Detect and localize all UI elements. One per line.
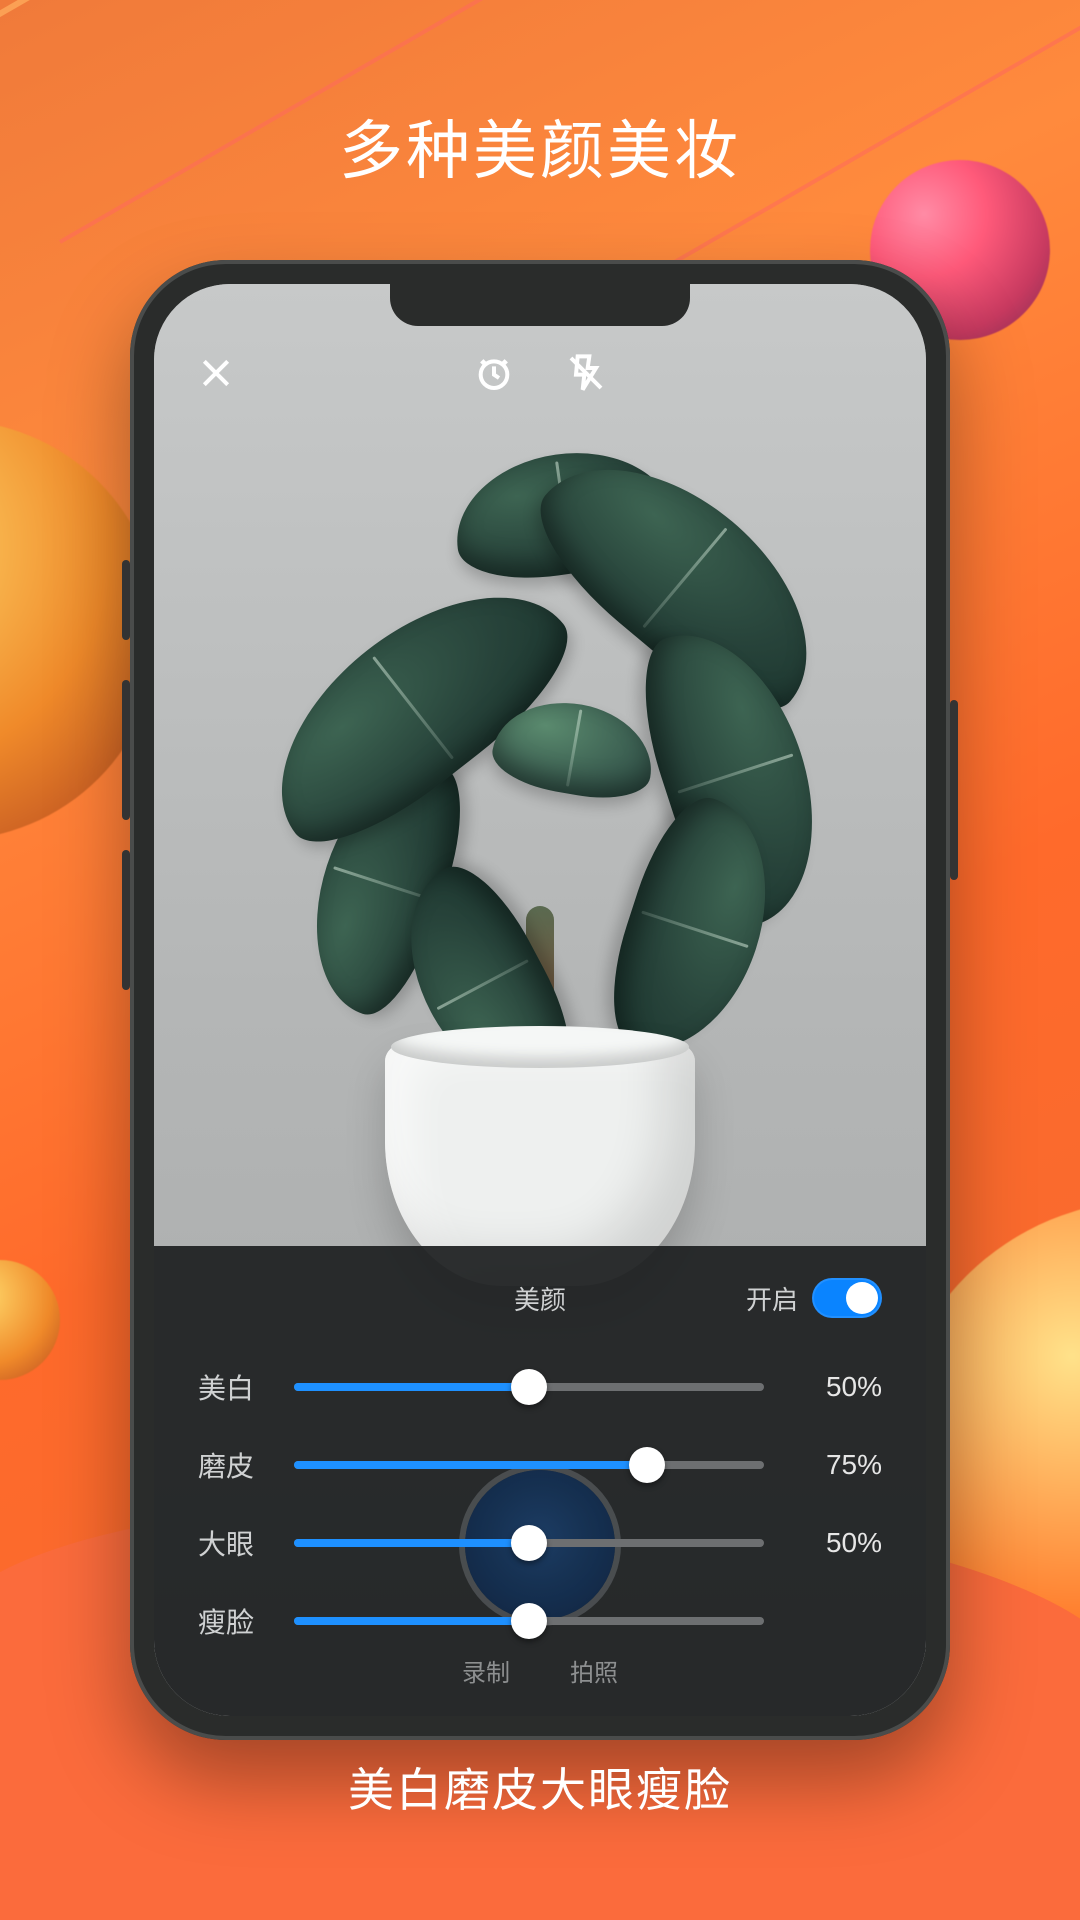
- slider-value: 75%: [792, 1449, 882, 1481]
- slider-track[interactable]: [294, 1617, 764, 1625]
- phone-mockup: 录制 拍照 美颜 开启 美白50%磨皮75%大眼50%瘦脸: [130, 260, 950, 1740]
- flash-off-icon[interactable]: [564, 351, 608, 395]
- phone-screen: 录制 拍照 美颜 开启 美白50%磨皮75%大眼50%瘦脸: [154, 284, 926, 1716]
- slider-track[interactable]: [294, 1461, 764, 1469]
- decor-line: [0, 0, 661, 86]
- slider-label: 美白: [198, 1367, 266, 1407]
- phone-side-button: [122, 560, 130, 640]
- slider-fill: [294, 1461, 647, 1469]
- page-title: 多种美颜美妆: [0, 100, 1080, 192]
- timer-icon[interactable]: [472, 351, 516, 395]
- phone-side-button: [122, 850, 130, 990]
- beauty-panel-title: 美颜: [514, 1280, 566, 1317]
- slider-label: 大眼: [198, 1523, 266, 1563]
- phone-side-button: [950, 700, 958, 880]
- slider-fill: [294, 1539, 529, 1547]
- slider-label: 瘦脸: [198, 1601, 266, 1641]
- beauty-slider-row: 美白 50%: [198, 1348, 882, 1426]
- beauty-slider-row: 大眼 50%: [198, 1504, 882, 1582]
- page-subtitle: 美白磨皮大眼瘦脸: [0, 1754, 1080, 1820]
- slider-track[interactable]: [294, 1539, 764, 1547]
- phone-notch: [390, 284, 690, 326]
- beauty-slider-row: 瘦脸: [198, 1582, 882, 1660]
- slider-fill: [294, 1617, 529, 1625]
- slider-fill: [294, 1383, 529, 1391]
- slider-label: 磨皮: [198, 1445, 266, 1485]
- slider-thumb[interactable]: [629, 1447, 665, 1483]
- beauty-panel: 录制 拍照 美颜 开启 美白50%磨皮75%大眼50%瘦脸: [154, 1246, 926, 1716]
- decor-sphere: [0, 1260, 60, 1380]
- phone-side-button: [122, 680, 130, 820]
- camera-top-toolbar: [154, 338, 926, 408]
- slider-value: 50%: [792, 1371, 882, 1403]
- slider-thumb[interactable]: [511, 1603, 547, 1639]
- close-icon[interactable]: [194, 351, 238, 395]
- beauty-toggle[interactable]: [812, 1278, 882, 1318]
- slider-value: 50%: [792, 1527, 882, 1559]
- beauty-toggle-label: 开启: [746, 1280, 798, 1317]
- beauty-slider-row: 磨皮 75%: [198, 1426, 882, 1504]
- slider-thumb[interactable]: [511, 1369, 547, 1405]
- slider-thumb[interactable]: [511, 1525, 547, 1561]
- slider-track[interactable]: [294, 1383, 764, 1391]
